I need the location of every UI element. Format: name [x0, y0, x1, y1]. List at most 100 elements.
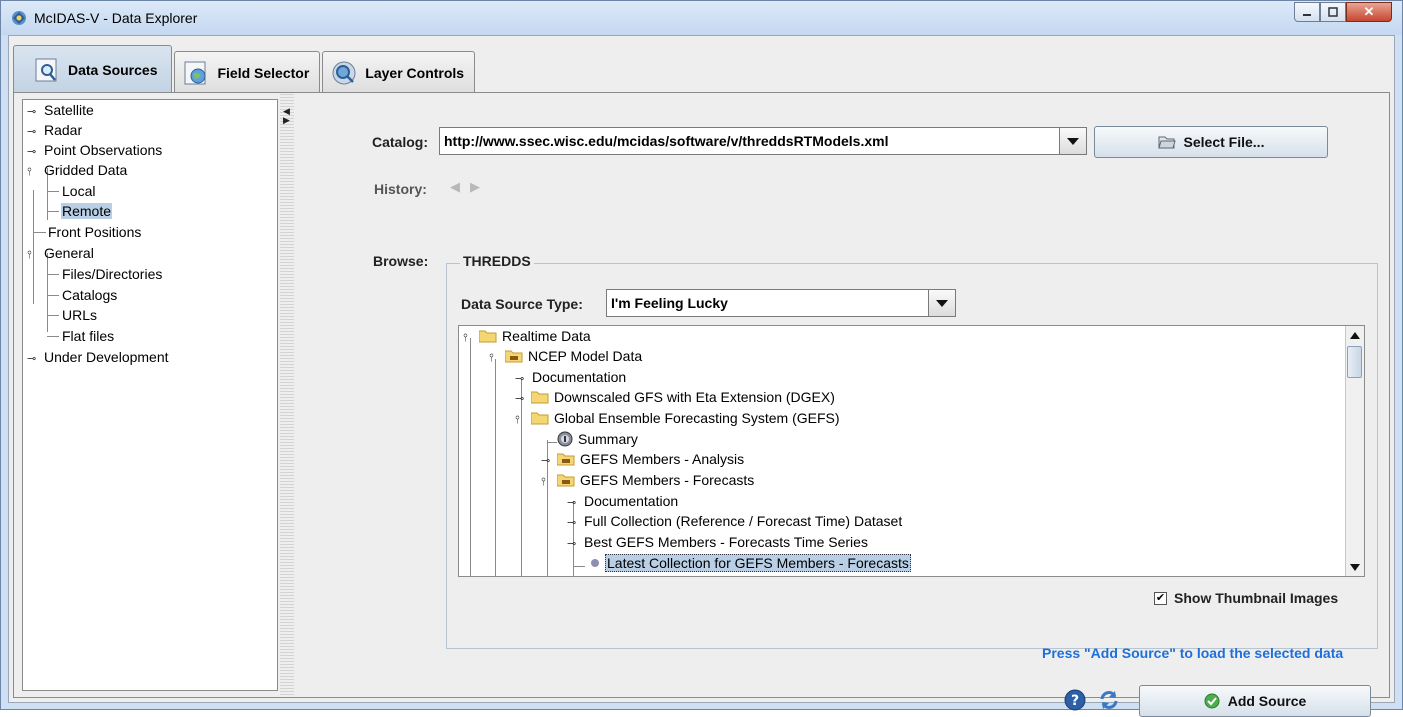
data-source-type-dropdown-button[interactable] [928, 290, 955, 316]
window-controls: ✕ [1294, 2, 1392, 24]
tree-item-satellite[interactable]: ⊸ Satellite [27, 100, 95, 120]
tab-field-selector[interactable]: Field Selector [174, 51, 321, 93]
refresh-icon[interactable] [1098, 689, 1120, 711]
dataset-folder-icon [557, 474, 575, 487]
data-source-type-label: Data Source Type: [461, 296, 583, 312]
show-thumbnail-checkbox[interactable]: ✔ [1154, 592, 1167, 605]
tree-line [573, 566, 585, 567]
collapsed-handle-icon: ⊸ [567, 538, 577, 550]
check-icon: ✔ [1155, 592, 1166, 604]
tree-item-dgex[interactable]: ⊸ Downscaled GFS with Eta Extension (DGEX… [515, 387, 836, 407]
tree-item-latest-collection[interactable]: Latest Collection for GEFS Members - For… [585, 553, 911, 573]
minimize-button[interactable] [1294, 2, 1320, 22]
history-label: History: [374, 181, 427, 197]
tree-item-summary[interactable]: Summary [557, 429, 639, 449]
folder-icon [531, 412, 549, 425]
collapsed-handle-icon: ⊸ [567, 497, 577, 509]
split-pane-divider[interactable] [280, 93, 294, 697]
expanded-handle-icon: ⫯ [27, 249, 32, 261]
info-icon [557, 431, 573, 447]
chevron-down-icon [936, 299, 948, 307]
catalog-value: http://www.ssec.wisc.edu/mcidas/software… [444, 133, 889, 149]
show-thumbnail-label: Show Thumbnail Images [1174, 590, 1339, 606]
title-bar: McIDAS-V - Data Explorer ✕ [1, 1, 1402, 35]
tree-line [34, 232, 46, 233]
tree-item-point-observations[interactable]: ⊸ Point Observations [27, 140, 163, 160]
catalog-combobox[interactable]: http://www.ssec.wisc.edu/mcidas/software… [439, 127, 1087, 155]
close-icon: ✕ [1363, 4, 1375, 19]
tree-line [47, 211, 59, 212]
folder-icon [479, 330, 497, 343]
tree-item-urls[interactable]: URLs [61, 305, 98, 325]
scroll-down-icon[interactable] [1350, 564, 1360, 571]
tab-label: Field Selector [217, 64, 310, 81]
expanded-handle-icon: ⫯ [541, 476, 546, 488]
tree-line [47, 336, 59, 337]
tree-item-realtime-data[interactable]: ⫯ Realtime Data [463, 326, 592, 346]
tree-item-catalogs[interactable]: Catalogs [61, 285, 118, 305]
tree-item-under-development[interactable]: ⊸ Under Development [27, 347, 170, 367]
tree-item-remote[interactable]: Remote [61, 201, 113, 221]
add-source-button[interactable]: Add Source [1139, 685, 1371, 717]
scroll-up-icon[interactable] [1350, 332, 1360, 339]
catalog-dropdown-button[interactable] [1059, 128, 1086, 154]
tree-item-gridded-data[interactable]: ⫯ Gridded Data [27, 160, 128, 180]
check-circle-icon [1204, 693, 1220, 709]
scroll-thumb[interactable] [1347, 346, 1362, 378]
expanded-handle-icon: ⫯ [463, 332, 468, 344]
tree-item-gefs[interactable]: ⫯ Global Ensemble Forecasting System (GEF… [515, 408, 841, 428]
minimize-icon [1303, 14, 1311, 16]
select-file-button[interactable]: Select File... [1094, 126, 1328, 158]
help-icon[interactable]: ? [1064, 689, 1086, 711]
collapsed-handle-icon: ⊸ [515, 393, 525, 405]
history-forward-icon[interactable]: ▶ [470, 179, 480, 195]
collapsed-handle-icon: ⊸ [27, 106, 37, 118]
tree-item-general[interactable]: ⫯ General [27, 243, 95, 263]
tree-item-ncep-model-data[interactable]: ⫯ NCEP Model Data [489, 346, 643, 366]
tree-line [547, 442, 557, 443]
maximize-button[interactable] [1320, 2, 1346, 22]
globe-icon [184, 61, 206, 84]
folder-icon [531, 391, 549, 404]
window-title: McIDAS-V - Data Explorer [34, 10, 198, 26]
tree-line [470, 338, 471, 576]
tree-item-radar[interactable]: ⊸ Radar [27, 120, 83, 140]
tab-layer-controls[interactable]: Layer Controls [322, 51, 476, 93]
tree-item-documentation[interactable]: ⊸ Documentation [515, 367, 627, 387]
thredds-catalog-tree[interactable]: ⫯ Realtime Data ⫯ NCEP Model Data ⊸ Documen… [458, 325, 1365, 577]
magnifier-icon [35, 58, 57, 81]
tree-item-gefs-analysis[interactable]: ⊸ GEFS Members - Analysis [541, 449, 745, 469]
tree-line [47, 274, 59, 275]
tree-item-files-directories[interactable]: Files/Directories [61, 264, 163, 284]
tree-item-best-gefs[interactable]: ⊸ Best GEFS Members - Forecasts Time Seri… [567, 532, 869, 552]
close-button[interactable]: ✕ [1346, 2, 1392, 22]
collapsed-handle-icon: ⊸ [27, 126, 37, 138]
thredds-group-title: THREDDS [460, 253, 534, 269]
folder-open-icon [1157, 136, 1176, 149]
tree-item-flat-files[interactable]: Flat files [61, 326, 115, 346]
tab-content-panel: ⊸ Satellite ⊸ Radar ⊸ Point Observations ⫯ G… [13, 92, 1390, 717]
leaf-dot-icon [591, 559, 599, 567]
catalog-label: Catalog: [372, 134, 428, 150]
dataset-folder-icon [557, 453, 575, 466]
tree-line [47, 253, 48, 332]
maximize-icon [1328, 7, 1338, 17]
tab-data-sources[interactable]: Data Sources [13, 45, 173, 93]
collapsed-handle-icon: ⊸ [27, 146, 37, 158]
tree-item-front-positions[interactable]: Front Positions [47, 222, 142, 242]
tree-line [47, 191, 59, 192]
data-source-tree[interactable]: ⊸ Satellite ⊸ Radar ⊸ Point Observations ⫯ G… [22, 99, 278, 691]
tree-item-forecasts-documentation[interactable]: ⊸ Documentation [567, 491, 679, 511]
data-source-type-combobox[interactable]: I'm Feeling Lucky [606, 289, 956, 317]
history-back-icon[interactable]: ◀ [450, 179, 460, 195]
tab-bar: Data Sources Field Selector Layer Contro… [13, 45, 477, 93]
thredds-tree-scrollbar[interactable] [1345, 326, 1364, 576]
chevron-down-icon [1067, 137, 1079, 145]
dataset-folder-icon [505, 350, 523, 363]
splitter-arrows-icon[interactable]: ◀ ▶ [283, 107, 290, 125]
tree-item-local[interactable]: Local [61, 181, 96, 201]
expanded-handle-icon: ⫯ [489, 352, 494, 364]
tree-item-gefs-forecasts[interactable]: ⫯ GEFS Members - Forecasts [541, 470, 755, 490]
tree-item-full-collection[interactable]: ⊸ Full Collection (Reference / Forecast T… [567, 511, 903, 531]
add-source-hint: Press "Add Source" to load the selected … [1042, 645, 1344, 661]
